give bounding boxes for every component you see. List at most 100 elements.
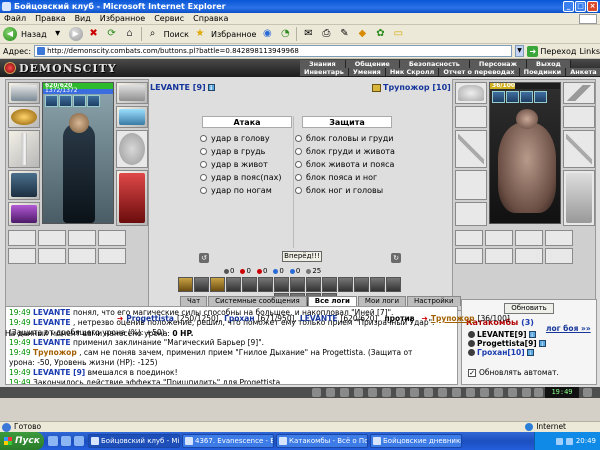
- player-item[interactable]: Progettista[9] i: [468, 339, 546, 348]
- tool-icon[interactable]: [466, 388, 475, 397]
- chat-author[interactable]: LEVANTE [9]: [33, 368, 85, 377]
- info-icon[interactable]: i: [207, 84, 215, 92]
- forward-arrow-icon[interactable]: ▶: [68, 27, 83, 41]
- effect-icon[interactable]: [87, 95, 100, 107]
- slot-earrings[interactable]: [116, 82, 148, 104]
- slot-rune[interactable]: [455, 248, 483, 264]
- nav-exit[interactable]: Выход: [527, 60, 571, 68]
- spell-slot-icon[interactable]: [258, 277, 273, 292]
- team-member[interactable]: Грохан: [224, 314, 254, 323]
- address-dropdown-icon[interactable]: ▼: [514, 45, 525, 57]
- slot-belt[interactable]: [8, 202, 40, 226]
- discuss-icon[interactable]: ◆: [355, 27, 369, 41]
- team-member[interactable]: Progettista: [126, 314, 174, 323]
- stop-icon[interactable]: ✖: [87, 27, 101, 41]
- left-fighter-name[interactable]: LEVANTE [9] i: [150, 83, 215, 92]
- spell-slot-icon[interactable]: [226, 277, 241, 292]
- slot-rune[interactable]: [545, 248, 573, 264]
- search-icon[interactable]: ⌕: [146, 27, 160, 41]
- address-input[interactable]: http://demonscity.combats.com/buttons.pl…: [34, 45, 512, 57]
- home-icon[interactable]: ⌂: [123, 27, 137, 41]
- player-name[interactable]: Грохан[10]: [477, 348, 525, 357]
- player-item[interactable]: LEVANTE[9] i: [468, 330, 546, 339]
- radio-icon[interactable]: [295, 135, 302, 142]
- player-name[interactable]: Progettista[9]: [477, 339, 537, 348]
- tab-system[interactable]: Системные сообщения: [208, 296, 307, 306]
- slot-helmet[interactable]: [455, 82, 487, 104]
- media-icon[interactable]: ◉: [260, 27, 274, 41]
- effect-icon[interactable]: [506, 91, 519, 103]
- tool-icon[interactable]: [494, 388, 503, 397]
- effect-icon[interactable]: [492, 91, 505, 103]
- spell-slot-icon[interactable]: [274, 277, 289, 292]
- radio-icon[interactable]: [200, 161, 207, 168]
- slot-ring-3[interactable]: [515, 230, 543, 246]
- nav-duels[interactable]: Поединки: [519, 68, 567, 76]
- slot-earrings[interactable]: [563, 82, 595, 104]
- tab-my-logs[interactable]: Мои логи: [357, 296, 406, 306]
- spell-slot-icon[interactable]: [306, 277, 321, 292]
- history-icon[interactable]: ◔: [278, 27, 292, 41]
- radio-icon[interactable]: [295, 161, 302, 168]
- menu-favorites[interactable]: Избранное: [100, 14, 145, 23]
- spell-slot-icon[interactable]: [338, 277, 353, 292]
- search-button[interactable]: Поиск: [164, 30, 189, 39]
- tool-icon[interactable]: [438, 388, 447, 397]
- edit-icon[interactable]: ✎: [337, 27, 351, 41]
- slot-ring-3[interactable]: [68, 230, 96, 246]
- radio-icon[interactable]: [295, 148, 302, 155]
- favorites-button[interactable]: Избранное: [211, 30, 256, 39]
- effect-icon[interactable]: [45, 95, 58, 107]
- tool-icon[interactable]: [354, 388, 363, 397]
- effect-icon[interactable]: [59, 95, 72, 107]
- left-swap-icon[interactable]: ↺: [199, 253, 209, 263]
- left-fighter-avatar[interactable]: 620/620 1372/1372: [42, 82, 114, 224]
- spell-slot-icon[interactable]: [290, 277, 305, 292]
- menu-help[interactable]: Справка: [193, 14, 228, 23]
- defense-option-3[interactable]: блок живота и пояса: [295, 158, 395, 171]
- taskbar-item[interactable]: Бойцовский клуб - Mi...: [88, 434, 180, 448]
- quick-launch-icon[interactable]: [61, 436, 71, 446]
- tool-icon[interactable]: [340, 388, 349, 397]
- game-logo[interactable]: DEMONSCITY: [4, 61, 117, 75]
- attack-option-head[interactable]: удар в голову: [200, 132, 282, 145]
- slot-armor[interactable]: [455, 170, 487, 200]
- info-icon[interactable]: i: [538, 340, 546, 348]
- slot-shield[interactable]: [116, 130, 148, 168]
- taskbar-item[interactable]: 4367. Evanescence - Bri...: [182, 434, 274, 448]
- chat-author[interactable]: LEVANTE: [33, 318, 71, 327]
- tool-icon[interactable]: [326, 388, 335, 397]
- auto-refresh[interactable]: ✓ Обновлять автомат.: [468, 368, 559, 377]
- effect-icon[interactable]: [520, 91, 533, 103]
- defense-option-2[interactable]: блок груди и живота: [295, 145, 395, 158]
- slot-rune[interactable]: [8, 248, 36, 264]
- slot-belt[interactable]: [455, 202, 487, 226]
- slot-gloves[interactable]: [116, 106, 148, 128]
- defense-option-4[interactable]: блок пояса и ног: [295, 171, 395, 184]
- tool-icon[interactable]: [396, 388, 405, 397]
- slot-amulet[interactable]: [455, 106, 487, 128]
- right-swap-icon[interactable]: ↻: [391, 253, 401, 263]
- minimize-button[interactable]: _: [563, 1, 574, 12]
- slot-ring-4[interactable]: [545, 230, 573, 246]
- nav-transfer-report[interactable]: Отчет о переводах: [439, 68, 520, 76]
- exit-icon[interactable]: [583, 388, 592, 397]
- nav-inventory[interactable]: Инвентарь: [300, 68, 349, 76]
- back-button[interactable]: Назад: [21, 30, 47, 39]
- print-icon[interactable]: ⎙: [319, 27, 333, 41]
- menu-edit[interactable]: Правка: [35, 14, 65, 23]
- tool-icon[interactable]: [452, 388, 461, 397]
- slot-rune[interactable]: [98, 248, 126, 264]
- taskbar-item[interactable]: Катакомбы - Всё о Под...: [276, 434, 368, 448]
- info-icon[interactable]: i: [528, 331, 536, 339]
- radio-icon[interactable]: [200, 148, 207, 155]
- slot-amulet[interactable]: [8, 106, 40, 128]
- slot-boots[interactable]: [116, 170, 148, 226]
- tool-icon[interactable]: [480, 388, 489, 397]
- slot-helmet[interactable]: [8, 82, 40, 104]
- attack-option-stomach[interactable]: удар в живот: [200, 158, 282, 171]
- quick-launch-icon[interactable]: [48, 436, 58, 446]
- mail-icon[interactable]: ✉: [301, 27, 315, 41]
- nav-character[interactable]: Персонаж: [469, 60, 528, 68]
- checkbox-icon[interactable]: ✓: [468, 368, 476, 377]
